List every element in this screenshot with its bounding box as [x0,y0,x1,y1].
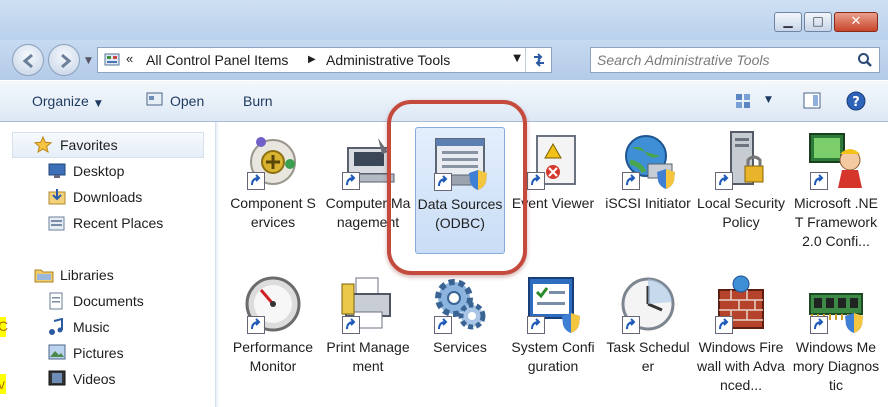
tile-label: Task Scheduler [606,339,690,374]
shortcut-arrow-icon [715,316,733,334]
nav-pictures[interactable]: Pictures [73,345,124,361]
pictures-icon [48,344,66,360]
desktop-icon [48,163,66,178]
back-button[interactable] [12,44,44,76]
tile-label: Microsoft .NET Framework 2.0 Confi... [793,195,878,249]
window-controls: ▁ □ ✕ [772,12,878,32]
nav-music[interactable]: Music [73,319,110,335]
music-icon [49,318,63,335]
back-arrow-icon [22,53,33,69]
tile-windows-firewall[interactable]: Windows Firewall with Advanced... [696,274,786,395]
shortcut-arrow-icon [622,172,640,190]
nav-videos[interactable]: Videos [73,371,116,387]
search-input[interactable] [597,51,847,69]
tile-label: Local Security Policy [697,195,785,230]
nav-libraries[interactable]: Libraries [60,267,114,283]
shortcut-arrow-icon [342,172,360,190]
shortcut-arrow-icon [434,316,452,334]
tile-label: Windows Firewall with Advanced... [697,339,785,393]
tile-windows-memory-diagnostic[interactable]: Windows Memory Diagnostic [791,274,881,395]
shortcut-arrow-icon [342,316,360,334]
tile-label: Component Services [230,195,316,230]
chevron-down-icon: ▼ [94,99,102,109]
nav-downloads[interactable]: Downloads [73,189,142,205]
tile-label: System Configuration [511,339,595,374]
preview-pane-icon[interactable] [803,92,821,109]
address-bar[interactable]: « All Control Panel Items ▶ Administrati… [97,47,552,73]
nav-desktop[interactable]: Desktop [73,163,124,179]
uac-shield-icon [845,313,863,333]
minimize-icon: ▁ [783,14,793,28]
address-overflow-chevron[interactable]: « [126,51,133,66]
documents-icon [49,292,63,310]
help-icon[interactable]: ? [846,91,866,111]
tile-label: Performance Monitor [232,339,314,374]
tile-local-security-policy[interactable]: Local Security Policy [696,130,786,232]
uac-shield-icon [657,169,675,189]
breadcrumb-control-panel[interactable]: All Control Panel Items [146,52,288,68]
file-list: Component Services Computer Management D… [218,122,888,407]
shortcut-arrow-icon [247,172,265,190]
tile-system-configuration[interactable]: System Configuration [508,274,598,376]
open-button[interactable]: Open [170,93,204,109]
close-button[interactable]: ✕ [834,12,878,32]
shortcut-arrow-icon [810,172,828,190]
title-bar: ▁ □ ✕ [0,0,888,40]
uac-shield-icon [562,313,580,333]
nav-favorites[interactable]: Favorites [60,137,118,153]
tile-print-management[interactable]: Print Management [323,274,413,376]
organize-menu[interactable]: Organize ▼ [32,93,102,109]
edge-text: v [0,376,5,392]
refresh-button[interactable] [525,48,551,72]
address-row: ▼ « All Control Panel Items ▶ Administra… [0,40,888,80]
change-view-icon[interactable] [735,93,751,109]
shortcut-arrow-icon [527,172,545,190]
tile-label: Windows Memory Diagnostic [792,339,880,393]
tile-dotnet-framework[interactable]: Microsoft .NET Framework 2.0 Confi... [791,130,881,251]
tile-label: Services [433,339,487,355]
shortcut-arrow-icon [247,316,265,334]
forward-arrow-icon [61,53,72,69]
shortcut-arrow-icon [715,172,733,190]
minimize-button[interactable]: ▁ [774,12,802,32]
tile-iscsi-initiator[interactable]: iSCSI Initiator [603,130,693,213]
control-panel-icon [104,53,120,66]
close-icon: ✕ [850,14,862,29]
breadcrumb-separator-icon[interactable]: ▶ [308,54,316,65]
view-options-dropdown-icon[interactable]: ▼ [765,95,772,105]
search-icon[interactable] [857,52,873,68]
libraries-icon [34,269,54,283]
shortcut-arrow-icon [527,316,545,334]
navigation-pane: Favorites Desktop Downloads Recent Place… [0,122,215,407]
tile-component-services[interactable]: Component Services [228,130,318,232]
videos-icon [48,370,66,386]
recent-places-icon [48,216,65,231]
open-icon [146,92,163,106]
edge-text: C [0,318,9,334]
maximize-button[interactable]: □ [804,12,832,32]
forward-button[interactable] [48,44,80,76]
annotation-highlight-ring [387,100,527,275]
nav-documents[interactable]: Documents [73,293,144,309]
burn-button[interactable]: Burn [243,93,273,109]
star-icon [34,136,52,154]
organize-label: Organize [32,93,89,109]
tile-label: Print Management [326,339,410,374]
search-box[interactable] [590,47,880,73]
shortcut-arrow-icon [810,316,828,334]
tile-label: iSCSI Initiator [605,195,691,211]
tile-services[interactable]: Services [415,274,505,357]
breadcrumb-administrative-tools[interactable]: Administrative Tools [326,52,450,68]
tile-task-scheduler[interactable]: Task Scheduler [603,274,693,376]
nav-recent-places[interactable]: Recent Places [73,215,163,231]
shortcut-arrow-icon [622,316,640,334]
maximize-icon: □ [812,14,824,28]
refresh-icon [534,53,544,67]
svg-text:?: ? [852,95,860,110]
address-dropdown-icon[interactable]: ▼ [513,53,521,64]
recent-pages-dropdown[interactable]: ▼ [85,56,92,66]
tile-performance-monitor[interactable]: Performance Monitor [228,274,318,376]
downloads-icon [48,189,66,205]
